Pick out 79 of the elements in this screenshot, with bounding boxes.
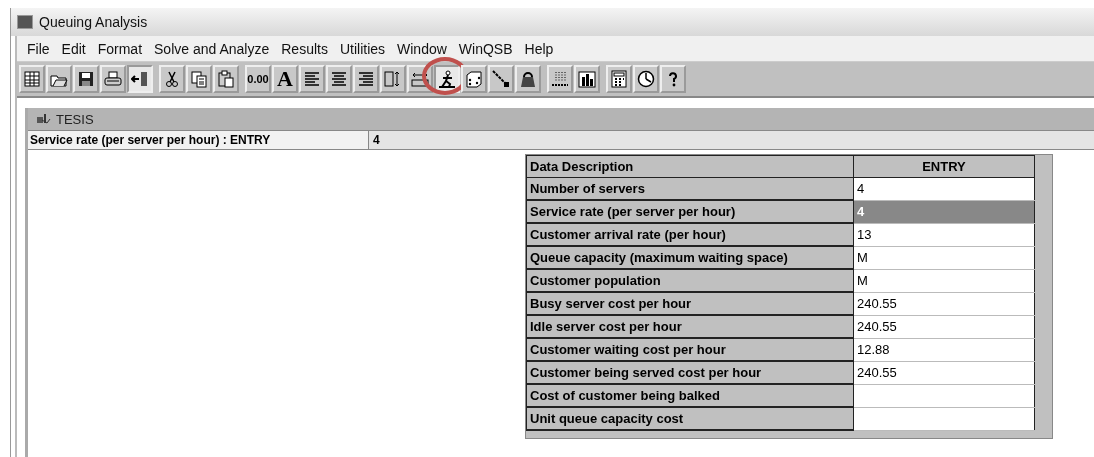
table-cell: Customer arrival rate (per hour) — [526, 223, 854, 246]
menu-item[interactable]: Help — [518, 40, 560, 57]
grid-icon — [23, 70, 41, 88]
menu-item[interactable]: Solve and Analyze — [148, 40, 276, 57]
toolbar-button[interactable] — [127, 65, 153, 93]
table-cell: Customer being served cost per hour — [526, 361, 854, 384]
column-width-icon — [411, 70, 429, 88]
toolbar-button[interactable] — [515, 65, 541, 93]
cell-label: Service rate (per server per hour) : ENTRY — [28, 131, 369, 149]
toolbar-button[interactable] — [660, 65, 686, 93]
entry-field[interactable]: 4 — [369, 131, 1094, 149]
table-cell[interactable] — [853, 407, 1035, 430]
toolbar-button[interactable] — [633, 65, 659, 93]
bar-chart-icon — [578, 70, 596, 88]
toolbar-button[interactable] — [73, 65, 99, 93]
toolbar-button[interactable] — [159, 65, 185, 93]
calculator-icon — [610, 70, 628, 88]
toolbar-button[interactable] — [547, 65, 573, 93]
column-header: ENTRY — [853, 155, 1035, 178]
table-cell: Cost of customer being balked — [526, 384, 854, 407]
child-window-title: TESIS — [56, 111, 94, 127]
menu-item[interactable]: Results — [275, 40, 334, 57]
scissors-icon — [163, 70, 181, 88]
toolbar-button[interactable]: 0.00 — [245, 65, 271, 93]
app-icon — [17, 15, 33, 29]
align-center-icon — [330, 70, 348, 88]
table-cell[interactable]: 13 — [853, 223, 1035, 246]
table-cell[interactable] — [853, 384, 1035, 407]
toolbar-button[interactable] — [19, 65, 45, 93]
toolbar-button[interactable] — [213, 65, 239, 93]
menu-item[interactable]: Format — [91, 40, 149, 57]
table-cell: Customer population — [526, 269, 854, 292]
align-right-icon — [357, 70, 375, 88]
clock-icon — [637, 70, 655, 88]
table-cell[interactable]: 4 — [853, 200, 1035, 223]
copy-icon — [190, 70, 208, 88]
toolbar-button[interactable] — [326, 65, 352, 93]
table-cell: Customer waiting cost per hour — [526, 338, 854, 361]
row-height-icon — [384, 70, 402, 88]
table-cell[interactable]: 4 — [853, 177, 1035, 200]
menu-item[interactable]: WinQSB — [452, 40, 519, 57]
toolbar-button[interactable] — [606, 65, 632, 93]
toolbar-button[interactable] — [299, 65, 325, 93]
toolbar-button[interactable] — [574, 65, 600, 93]
menu-item[interactable]: Utilities — [333, 40, 392, 57]
running-figure-icon — [438, 70, 456, 88]
dot-chart-icon — [551, 70, 569, 88]
table-cell[interactable]: M — [853, 269, 1035, 292]
toolbar-button[interactable] — [353, 65, 379, 93]
table-cell: Unit queue capacity cost — [526, 407, 854, 430]
table-cell: Number of servers — [526, 177, 854, 200]
table-cell: Queue capacity (maximum waiting space) — [526, 246, 854, 269]
toolbar-button[interactable]: A — [272, 65, 298, 93]
menu-item[interactable]: Edit — [55, 40, 92, 57]
toolbar-button[interactable] — [461, 65, 487, 93]
toolbar-button[interactable] — [100, 65, 126, 93]
menu-item[interactable]: File — [21, 40, 56, 57]
align-left-icon — [303, 70, 321, 88]
table-cell: Idle server cost per hour — [526, 315, 854, 338]
table-cell[interactable]: 240.55 — [853, 361, 1035, 384]
lock-icon — [519, 70, 537, 88]
menu-item[interactable]: Window — [391, 40, 453, 57]
table-cell: Service rate (per server per hour) — [526, 200, 854, 223]
window-title: Queuing Analysis — [39, 14, 148, 30]
printer-icon — [104, 70, 122, 88]
table-cell: Busy server cost per hour — [526, 292, 854, 315]
table-cell[interactable]: 12.88 — [853, 338, 1035, 361]
table-cell[interactable]: 240.55 — [853, 292, 1035, 315]
column-header: Data Description — [526, 155, 854, 178]
toolbar-button[interactable] — [46, 65, 72, 93]
table-cell[interactable]: M — [853, 246, 1035, 269]
diagonal-line-icon — [492, 70, 510, 88]
toolbar-button[interactable] — [488, 65, 514, 93]
table-cell[interactable]: 240.55 — [853, 315, 1035, 338]
toolbar-button[interactable] — [434, 65, 460, 93]
window-icon — [36, 113, 52, 125]
clipboard-icon — [217, 70, 235, 88]
dice-icon — [465, 70, 483, 88]
door-arrow-icon — [131, 70, 149, 88]
